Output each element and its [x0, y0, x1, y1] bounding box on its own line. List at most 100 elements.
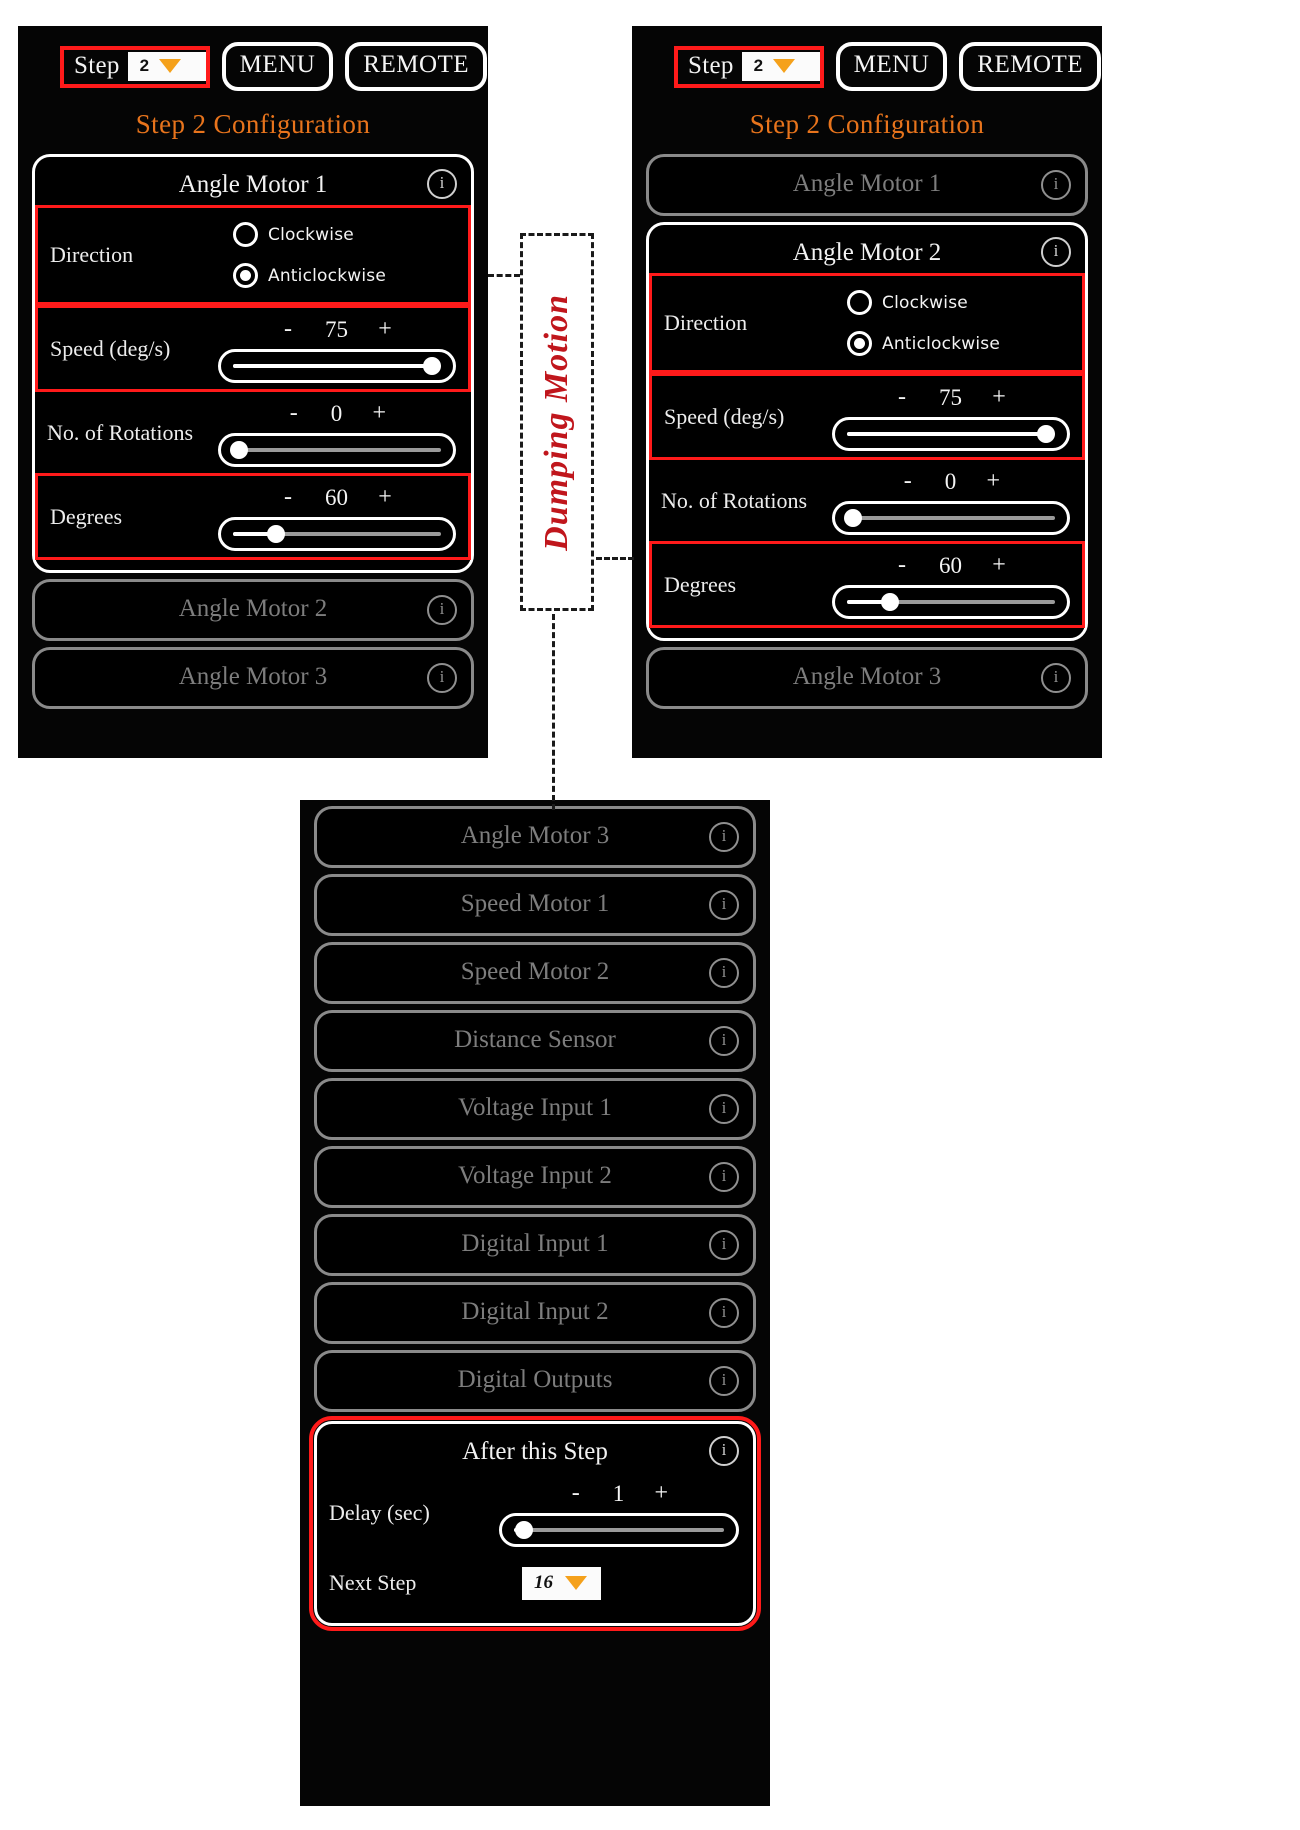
radio-circle-filled-icon — [847, 331, 872, 356]
delay-decrement-button[interactable]: - — [569, 1480, 583, 1507]
degrees-label: Degrees — [664, 571, 737, 597]
card-voltage-input-2[interactable]: Voltage Input 2 i — [314, 1146, 756, 1208]
info-icon[interactable]: i — [709, 890, 739, 920]
card-angle-motor-1[interactable]: Angle Motor 1 i — [646, 154, 1088, 216]
info-icon[interactable]: i — [1041, 663, 1071, 693]
radio-circle-icon — [847, 290, 872, 315]
radio-anticlockwise-label: Anticlockwise — [882, 333, 1000, 354]
card-header[interactable]: Distance Sensor i — [317, 1013, 753, 1069]
rotations-value: 0 — [944, 468, 957, 494]
degrees-slider[interactable] — [217, 517, 456, 551]
info-icon[interactable]: i — [709, 1094, 739, 1124]
rotations-label: No. of Rotations — [47, 419, 194, 445]
radio-clockwise-label: Clockwise — [882, 292, 968, 313]
card-angle-motor-3[interactable]: Angle Motor 3 i — [314, 806, 756, 868]
card-header[interactable]: Angle Motor 3 i — [649, 650, 1085, 706]
degrees-decrement-button[interactable]: - — [281, 484, 295, 511]
card-title: Angle Motor 3 — [460, 822, 610, 849]
panel-step2-angle-motor-1: Step 2 MENU REMOTE Step 2 Configuration … — [18, 26, 488, 758]
card-angle-motor-2[interactable]: Angle Motor 2 i — [32, 579, 474, 641]
speed-row: Speed (deg/s) - 75 + — [649, 373, 1085, 460]
card-digital-input-1[interactable]: Digital Input 1 i — [314, 1214, 756, 1276]
remote-button[interactable]: REMOTE — [959, 42, 1102, 91]
info-icon[interactable]: i — [709, 1436, 739, 1466]
rotations-slider[interactable] — [217, 433, 456, 467]
info-icon[interactable]: i — [427, 169, 457, 199]
menu-button[interactable]: MENU — [221, 42, 334, 91]
step-dropdown[interactable]: 2 — [127, 52, 206, 81]
info-icon[interactable]: i — [709, 822, 739, 852]
degrees-increment-button[interactable]: + — [378, 484, 392, 511]
card-distance-sensor[interactable]: Distance Sensor i — [314, 1010, 756, 1072]
card-header[interactable]: Angle Motor 2 i — [35, 582, 471, 638]
card-header[interactable]: Voltage Input 2 i — [317, 1149, 753, 1205]
degrees-slider[interactable] — [831, 585, 1070, 619]
speed-increment-button[interactable]: + — [992, 384, 1006, 411]
degrees-decrement-button[interactable]: - — [895, 552, 909, 579]
step-dropdown[interactable]: 2 — [741, 52, 820, 81]
card-header[interactable]: Voltage Input 1 i — [317, 1081, 753, 1137]
info-icon[interactable]: i — [709, 958, 739, 988]
card-title: Speed Motor 1 — [460, 890, 610, 917]
info-icon[interactable]: i — [709, 1230, 739, 1260]
delay-increment-button[interactable]: + — [654, 1480, 668, 1507]
card-header[interactable]: Angle Motor 1 i — [649, 157, 1085, 213]
remote-button[interactable]: REMOTE — [345, 42, 488, 91]
card-speed-motor-2[interactable]: Speed Motor 2 i — [314, 942, 756, 1004]
card-header[interactable]: Digital Outputs i — [317, 1353, 753, 1409]
speed-row: Speed (deg/s) - 75 + — [35, 305, 471, 392]
annotation-label: Dumping Motion — [538, 293, 575, 551]
card-speed-motor-1[interactable]: Speed Motor 1 i — [314, 874, 756, 936]
rotations-decrement-button[interactable]: - — [287, 400, 301, 427]
speed-increment-button[interactable]: + — [378, 316, 392, 343]
info-icon[interactable]: i — [709, 1298, 739, 1328]
step-selector[interactable]: Step 2 — [674, 45, 824, 88]
card-digital-outputs[interactable]: Digital Outputs i — [314, 1350, 756, 1412]
rotations-increment-button[interactable]: + — [986, 468, 1000, 495]
direction-row: Direction Clockwise Anticlockwise — [649, 273, 1085, 373]
card-angle-motor-3[interactable]: Angle Motor 3 i — [32, 647, 474, 709]
card-header[interactable]: Angle Motor 3 i — [35, 650, 471, 706]
info-icon[interactable]: i — [709, 1162, 739, 1192]
rotations-decrement-button[interactable]: - — [901, 468, 915, 495]
info-icon[interactable]: i — [709, 1366, 739, 1396]
card-header[interactable]: Angle Motor 2 i — [649, 231, 1085, 273]
radio-anticlockwise[interactable]: Anticlockwise — [215, 263, 458, 288]
menu-button[interactable]: MENU — [835, 42, 948, 91]
card-header[interactable]: Angle Motor 1 i — [35, 163, 471, 205]
info-icon[interactable]: i — [1041, 170, 1071, 200]
card-header[interactable]: Digital Input 1 i — [317, 1217, 753, 1273]
card-header[interactable]: After this Step i — [317, 1430, 753, 1472]
card-title: Angle Motor 2 — [178, 595, 328, 622]
speed-decrement-button[interactable]: - — [281, 316, 295, 343]
delay-slider[interactable] — [498, 1513, 739, 1547]
annotation-dumping-motion: Dumping Motion — [520, 233, 594, 611]
delay-label: Delay (sec) — [329, 1499, 430, 1525]
radio-anticlockwise[interactable]: Anticlockwise — [829, 331, 1072, 356]
speed-decrement-button[interactable]: - — [895, 384, 909, 411]
speed-slider[interactable] — [831, 417, 1070, 451]
next-step-dropdown[interactable]: 16 — [522, 1566, 601, 1600]
info-icon[interactable]: i — [427, 663, 457, 693]
card-header[interactable]: Angle Motor 3 i — [317, 809, 753, 865]
radio-clockwise[interactable]: Clockwise — [215, 222, 458, 247]
panel-step2-angle-motor-2: Step 2 MENU REMOTE Step 2 Configuration … — [632, 26, 1102, 758]
card-header[interactable]: Speed Motor 2 i — [317, 945, 753, 1001]
speed-slider[interactable] — [217, 349, 456, 383]
card-header[interactable]: Digital Input 2 i — [317, 1285, 753, 1341]
degrees-increment-button[interactable]: + — [992, 552, 1006, 579]
card-header[interactable]: Speed Motor 1 i — [317, 877, 753, 933]
rotations-increment-button[interactable]: + — [372, 400, 386, 427]
rotations-slider[interactable] — [831, 501, 1070, 535]
card-voltage-input-1[interactable]: Voltage Input 1 i — [314, 1078, 756, 1140]
speed-label: Speed (deg/s) — [664, 403, 785, 429]
info-icon[interactable]: i — [1041, 237, 1071, 267]
info-icon[interactable]: i — [427, 595, 457, 625]
card-angle-motor-3[interactable]: Angle Motor 3 i — [646, 647, 1088, 709]
annotation-leader-down — [552, 605, 555, 810]
step-selector[interactable]: Step 2 — [60, 45, 210, 88]
radio-clockwise[interactable]: Clockwise — [829, 290, 1072, 315]
card-digital-input-2[interactable]: Digital Input 2 i — [314, 1282, 756, 1344]
step-value: 2 — [753, 56, 764, 75]
info-icon[interactable]: i — [709, 1026, 739, 1056]
